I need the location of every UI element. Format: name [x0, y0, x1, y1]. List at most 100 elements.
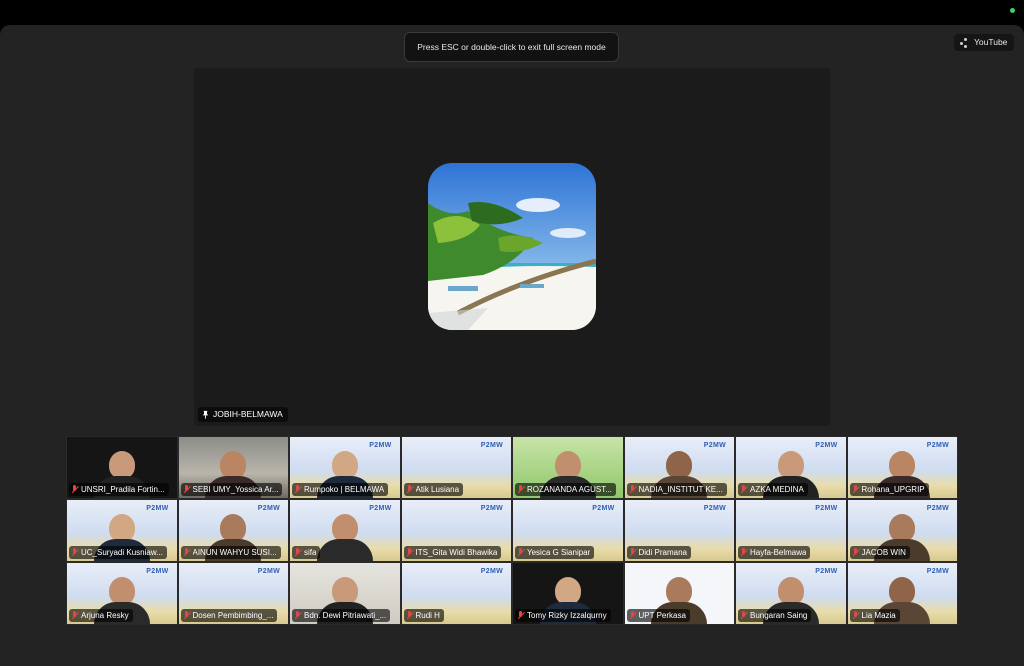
- participant-name-tag: Atik Lusiana: [403, 483, 464, 496]
- participant-name-tag: UC_Suryadi Kusniaw...: [69, 546, 167, 559]
- participant-tile[interactable]: P2MW Bungaran Saing: [735, 562, 847, 625]
- participant-name-tag: Yesica G Sianipar: [515, 546, 595, 559]
- participant-name-tag: Tomy Rizky Izzalqurny: [515, 609, 611, 622]
- participant-tile[interactable]: P2MW Hayfa-Belmawa: [735, 499, 847, 562]
- participant-name-tag: Lia Mazia: [849, 609, 900, 622]
- participant-name-tag: ITS_Gita Widi Bhawika: [403, 546, 502, 559]
- participant-name: ITS_Gita Widi Bhawika: [415, 548, 498, 557]
- p2mw-logo: P2MW: [480, 568, 503, 575]
- muted-mic-icon: [629, 548, 636, 557]
- muted-mic-icon: [852, 485, 859, 494]
- p2mw-logo: P2MW: [369, 505, 392, 512]
- muted-mic-icon: [183, 485, 190, 494]
- p2mw-logo: P2MW: [926, 505, 949, 512]
- participant-tile[interactable]: P2MW UC_Suryadi Kusniaw...: [66, 499, 178, 562]
- active-speaker-video[interactable]: JOBIH-BELMAWA: [194, 68, 830, 426]
- participant-name: sifa: [304, 548, 317, 557]
- participant-name-tag: Arjuna Resky: [69, 609, 133, 622]
- participant-name-tag: UPT Perkasa: [626, 609, 690, 622]
- participant-name: Yesica G Sianipar: [527, 548, 591, 557]
- muted-mic-icon: [294, 611, 301, 620]
- participant-tile[interactable]: P2MW Atik Lusiana: [400, 436, 512, 499]
- muted-mic-icon: [294, 485, 301, 494]
- p2mw-logo: P2MW: [480, 505, 503, 512]
- participant-name-tag: ROZANANDA AGUST...: [515, 483, 616, 496]
- participant-tile[interactable]: P2MW sifa: [289, 499, 401, 562]
- participant-tile[interactable]: Bdn. Dewi Pitriawati_...: [289, 562, 401, 625]
- live-stream-icon: [960, 37, 970, 48]
- participant-tile[interactable]: P2MW Rumpoko | BELMAWA: [289, 436, 401, 499]
- p2mw-logo: P2MW: [592, 505, 615, 512]
- participant-gallery: UNSRI_Pradila Fortin... SEBI UMY_Yossica …: [66, 436, 958, 625]
- participant-name-tag: AINUN WAHYU SUSI...: [180, 546, 281, 559]
- p2mw-logo: P2MW: [369, 442, 392, 449]
- participant-tile[interactable]: P2MW NADIA_INSTITUT KE...: [623, 436, 735, 499]
- participant-name: Atik Lusiana: [415, 485, 460, 494]
- participant-name-tag: SEBI UMY_Yossica Ar...: [180, 483, 283, 496]
- muted-mic-icon: [406, 611, 413, 620]
- participant-name-tag: sifa: [292, 546, 321, 559]
- participant-name-tag: Hayfa-Belmawa: [738, 546, 811, 559]
- p2mw-logo: P2MW: [815, 505, 838, 512]
- muted-mic-icon: [740, 485, 747, 494]
- participant-name-tag: NADIA_INSTITUT KE...: [626, 483, 727, 496]
- participant-tile[interactable]: P2MW Dosen Pembimbing_...: [177, 562, 289, 625]
- p2mw-logo: P2MW: [926, 568, 949, 575]
- participant-name-tag: Bungaran Saing: [738, 609, 812, 622]
- speaker-profile-picture: [428, 163, 596, 330]
- p2mw-logo: P2MW: [257, 568, 280, 575]
- participant-name: ROZANANDA AGUST...: [527, 485, 612, 494]
- muted-mic-icon: [71, 485, 78, 494]
- youtube-button[interactable]: YouTube: [954, 34, 1015, 51]
- participant-name-tag: Bdn. Dewi Pitriawati_...: [292, 609, 391, 622]
- muted-mic-icon: [517, 485, 524, 494]
- participant-tile[interactable]: P2MW AINUN WAHYU SUSI...: [177, 499, 289, 562]
- participant-name: Bungaran Saing: [750, 611, 808, 620]
- pin-icon: [202, 410, 209, 419]
- participant-name: JACOB WIN: [861, 548, 906, 557]
- participant-name: Lia Mazia: [861, 611, 896, 620]
- participant-name-tag: Dosen Pembimbing_...: [180, 609, 278, 622]
- participant-tile[interactable]: P2MW Didi Pramana: [623, 499, 735, 562]
- participant-tile[interactable]: P2MW Yesica G Sianipar: [512, 499, 624, 562]
- participant-name: SEBI UMY_Yossica Ar...: [192, 485, 279, 494]
- participant-name: Hayfa-Belmawa: [750, 548, 807, 557]
- camera-indicator-icon: [1010, 8, 1015, 13]
- participant-tile[interactable]: P2MW Lia Mazia: [846, 562, 958, 625]
- participant-name-tag: AZKA MEDINA: [738, 483, 808, 496]
- participant-name: UPT Perkasa: [638, 611, 686, 620]
- participant-name-tag: UNSRI_Pradila Fortin...: [69, 483, 169, 496]
- p2mw-logo: P2MW: [815, 442, 838, 449]
- participant-name-tag: Didi Pramana: [626, 546, 691, 559]
- participant-tile[interactable]: ROZANANDA AGUST...: [512, 436, 624, 499]
- participant-tile[interactable]: P2MW AZKA MEDINA: [735, 436, 847, 499]
- participant-tile[interactable]: SEBI UMY_Yossica Ar...: [177, 436, 289, 499]
- participant-name: AZKA MEDINA: [750, 485, 804, 494]
- participant-name: Rudi H: [415, 611, 440, 620]
- muted-mic-icon: [406, 548, 413, 557]
- fullscreen-exit-toast: Press ESC or double-click to exit full s…: [404, 32, 619, 62]
- youtube-label: YouTube: [974, 37, 1008, 47]
- p2mw-logo: P2MW: [815, 568, 838, 575]
- participant-tile[interactable]: UPT Perkasa: [623, 562, 735, 625]
- p2mw-logo: P2MW: [257, 505, 280, 512]
- p2mw-logo: P2MW: [146, 568, 169, 575]
- participant-name: Didi Pramana: [638, 548, 687, 557]
- participant-tile[interactable]: P2MW JACOB WIN: [846, 499, 958, 562]
- participant-video-person: [316, 514, 373, 561]
- participant-tile[interactable]: P2MW Arjuna Resky: [66, 562, 178, 625]
- participant-tile[interactable]: UNSRI_Pradila Fortin...: [66, 436, 178, 499]
- participant-tile[interactable]: P2MW Rohana_UPGRIP: [846, 436, 958, 499]
- participant-tile[interactable]: P2MW Rudi H: [400, 562, 512, 625]
- muted-mic-icon: [517, 611, 524, 620]
- muted-mic-icon: [740, 611, 747, 620]
- participant-name: NADIA_INSTITUT KE...: [638, 485, 723, 494]
- p2mw-logo: P2MW: [480, 442, 503, 449]
- participant-tile[interactable]: P2MW ITS_Gita Widi Bhawika: [400, 499, 512, 562]
- participant-tile[interactable]: Tomy Rizky Izzalqurny: [512, 562, 624, 625]
- muted-mic-icon: [852, 611, 859, 620]
- participant-name-tag: Rohana_UPGRIP: [849, 483, 929, 496]
- muted-mic-icon: [71, 611, 78, 620]
- p2mw-logo: P2MW: [926, 442, 949, 449]
- muted-mic-icon: [406, 485, 413, 494]
